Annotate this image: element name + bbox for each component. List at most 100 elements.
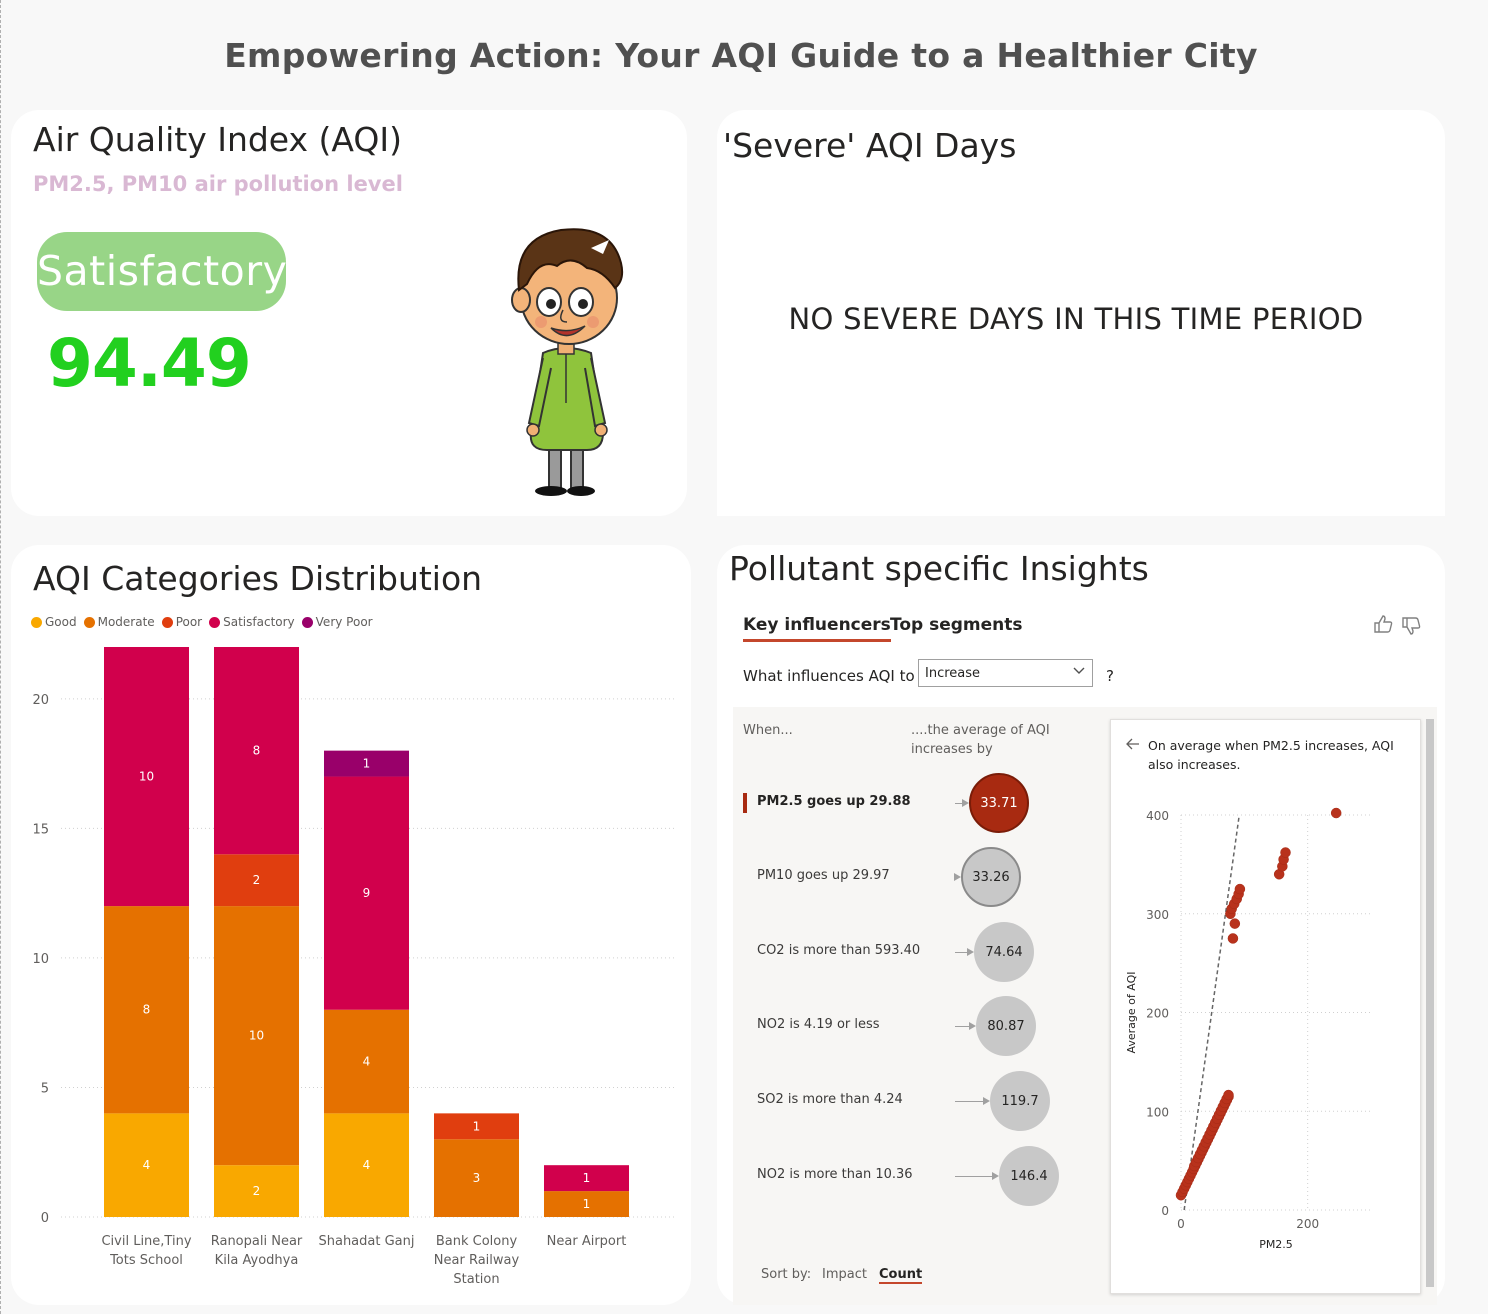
legend-swatch [209, 616, 221, 628]
y-tick-label: 20 [32, 693, 49, 708]
tab-top-segments[interactable]: Top segments [890, 615, 1023, 635]
scatter-point [1223, 1089, 1234, 1101]
x-tick-label: Near Airport [547, 1234, 627, 1249]
legend-swatch [161, 616, 173, 628]
x-tick-label: Bank Colony [436, 1234, 518, 1249]
y-tick-label: 400 [1146, 809, 1169, 823]
connector-line [955, 1026, 969, 1027]
severe-days-message: NO SEVERE DAYS IN THIS TIME PERIOD [788, 302, 1364, 336]
influencer-label[interactable]: PM10 goes up 29.97 [757, 868, 890, 883]
bar-data-label: 9 [363, 886, 371, 900]
insights-card-title: Pollutant specific Insights [729, 549, 1149, 588]
y-tick-label: 0 [41, 1211, 49, 1226]
sort-by-label: Sort by: [761, 1267, 812, 1282]
connector-arrow [969, 1022, 976, 1030]
connector-line [955, 1176, 992, 1177]
scatter-point [1227, 933, 1239, 944]
influencer-detail-pane: On average when PM2.5 increases, AQI als… [1110, 719, 1421, 1294]
influencer-bubble[interactable]: 146.4 [999, 1146, 1059, 1206]
legend-swatch [301, 616, 313, 628]
legend-item[interactable]: Satisfactory [209, 615, 295, 629]
y-tick-label: 10 [32, 952, 49, 967]
connector-line [955, 1101, 983, 1102]
distribution-card-title: AQI Categories Distribution [33, 559, 483, 598]
x-tick-label: Civil Line,Tiny [101, 1234, 191, 1249]
connector-line [955, 803, 962, 804]
thumbs-down-icon[interactable] [1400, 615, 1422, 637]
aqi-subtitle: PM2.5, PM10 air pollution level [33, 172, 403, 196]
influencer-bubble[interactable]: 33.26 [961, 847, 1021, 907]
influencer-label[interactable]: NO2 is 4.19 or less [757, 1017, 880, 1032]
bar-data-label: 1 [583, 1197, 591, 1211]
y-tick-label: 15 [32, 822, 49, 837]
dropdown-value: Increase [925, 666, 981, 681]
cartoon-boy-image [511, 228, 624, 496]
y-tick-label: 0 [1161, 1204, 1169, 1218]
when-header: When... [743, 723, 793, 738]
legend-item[interactable]: Very Poor [301, 615, 373, 629]
chart-legend: Good Moderate Poor Satisfactory Very Poo… [31, 615, 373, 629]
aqi-value: 94.49 [47, 325, 252, 402]
bar-data-label: 1 [473, 1119, 481, 1133]
scatter-point [1234, 883, 1246, 895]
influencer-label[interactable]: PM2.5 goes up 29.88 [757, 794, 911, 809]
scatter-point [1330, 807, 1342, 819]
bar-data-label: 4 [363, 1158, 371, 1172]
legend-label: Satisfactory [223, 615, 295, 629]
selected-indicator [743, 793, 747, 813]
severe-days-card: 'Severe' AQI Days NO SEVERE DAYS IN THIS… [717, 110, 1445, 516]
bar-data-label: 10 [139, 770, 154, 784]
x-tick-label: Near Railway [434, 1253, 520, 1268]
aqi-distribution-card: AQI Categories Distribution Good Moderat… [11, 545, 691, 1305]
aqi-status-badge: Satisfactory [37, 232, 287, 311]
connector-line [955, 952, 967, 953]
connector-arrow [962, 799, 969, 807]
thumbs-up-icon[interactable] [1372, 613, 1394, 635]
influencer-bubble[interactable]: 80.87 [976, 996, 1036, 1056]
y-tick-label: 200 [1146, 1007, 1169, 1021]
connector-arrow [992, 1172, 999, 1180]
bar-data-label: 8 [253, 744, 261, 758]
y-tick-label: 100 [1146, 1105, 1169, 1119]
x-tick-label: Tots School [109, 1253, 183, 1268]
bar-data-label: 8 [143, 1003, 151, 1017]
bar-data-label: 1 [583, 1171, 591, 1185]
influence-direction-dropdown[interactable]: Increase [918, 659, 1093, 687]
sort-impact-option[interactable]: Impact [822, 1267, 867, 1282]
bar-data-label: 10 [249, 1029, 264, 1043]
aqi-card: Air Quality Index (AQI) PM2.5, PM10 air … [11, 110, 687, 516]
scatter-point [1229, 918, 1241, 929]
sort-count-option[interactable]: Count [879, 1267, 923, 1284]
influencer-label[interactable]: SO2 is more than 4.24 [757, 1092, 903, 1107]
connector-arrow [983, 1097, 990, 1105]
legend-item[interactable]: Good [31, 615, 77, 629]
trend-line [1183, 814, 1241, 1211]
influencer-bubble[interactable]: 119.7 [990, 1071, 1050, 1131]
x-tick-label: Station [453, 1272, 499, 1287]
bar-data-label: 4 [363, 1055, 371, 1069]
average-header: ....the average of AQI increases by [911, 723, 1050, 757]
legend-swatch [31, 616, 42, 628]
legend-item[interactable]: Moderate [83, 615, 155, 629]
scrollbar[interactable] [1426, 719, 1434, 1287]
influencer-detail-text: On average when PM2.5 increases, AQI als… [1148, 738, 1394, 772]
x-axis-label: PM2.5 [1259, 1238, 1293, 1251]
influence-question-label: What influences AQI to [743, 667, 915, 685]
y-axis-label: Average of AQI [1125, 971, 1138, 1053]
influencer-label[interactable]: CO2 is more than 593.40 [757, 943, 920, 958]
dashboard-title: Empowering Action: Your AQI Guide to a H… [224, 36, 1258, 75]
x-tick-label: Kila Ayodhya [215, 1253, 299, 1268]
legend-label: Moderate [97, 615, 155, 629]
x-tick-label: 0 [1177, 1217, 1185, 1231]
key-influencers-panel: When... ....the average of AQI increases… [733, 707, 1437, 1305]
bar-data-label: 3 [473, 1171, 481, 1185]
back-arrow-icon[interactable] [1125, 736, 1141, 752]
bar-data-label: 4 [143, 1158, 151, 1172]
influencer-label[interactable]: NO2 is more than 10.36 [757, 1167, 913, 1182]
tab-key-influencers[interactable]: Key influencers [743, 615, 891, 642]
influencer-bubble[interactable]: 33.71 [969, 773, 1029, 833]
legend-item[interactable]: Poor [161, 615, 202, 629]
influencer-bubble[interactable]: 74.64 [974, 922, 1034, 982]
y-tick-label: 5 [41, 1081, 49, 1096]
scatter-point [1280, 847, 1291, 858]
